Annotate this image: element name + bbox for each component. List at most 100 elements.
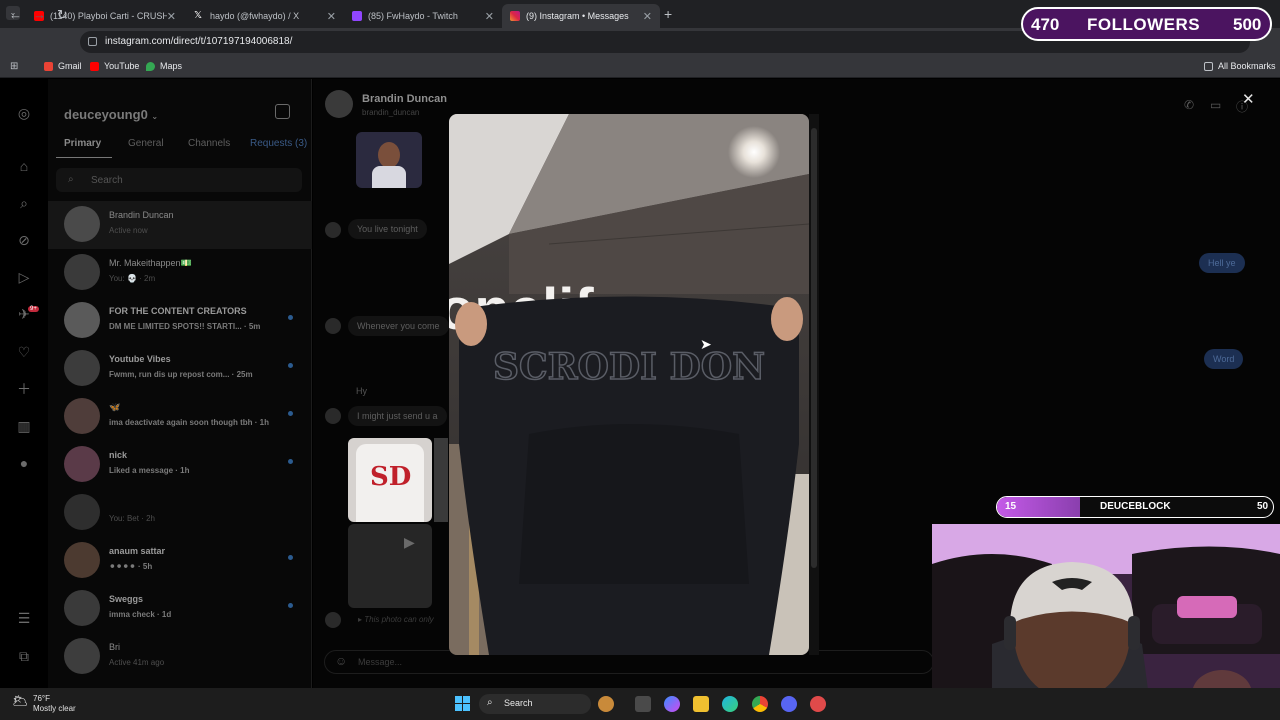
home-icon[interactable]: ⌂	[16, 158, 32, 174]
phone-call-icon[interactable]: ✆	[1184, 98, 1194, 112]
mouse-cursor-icon: ➤	[700, 336, 712, 352]
message-avatar	[325, 408, 341, 424]
shared-photo-thumbnail[interactable]	[356, 132, 422, 188]
profile-avatar[interactable]: ●	[16, 455, 32, 471]
close-tab-icon[interactable]: ✕	[485, 10, 494, 23]
app-icon[interactable]	[810, 696, 826, 712]
instagram-logo-icon[interactable]: ◎	[16, 105, 32, 121]
conversation-item[interactable]: Brandin Duncan Active now	[48, 201, 312, 249]
bookmark-gmail[interactable]: Gmail	[44, 61, 82, 71]
close-tab-icon[interactable]: ✕	[327, 10, 336, 23]
view-once-notice: ▸ This photo can only	[358, 615, 434, 624]
forward-button[interactable]: →	[33, 7, 46, 22]
media-viewer-video[interactable]: onelife SCRODI DON	[449, 114, 809, 655]
chat-avatar[interactable]	[325, 90, 353, 118]
deuceblock-label: DEUCEBLOCK	[1100, 501, 1171, 512]
dashboard-icon[interactable]: ▥	[16, 418, 32, 434]
conversation-preview: Active 41m ago	[109, 658, 165, 667]
new-tab-button[interactable]: +	[664, 6, 672, 22]
conversation-item[interactable]: nick Liked a message · 1h	[48, 441, 312, 489]
conversation-preview: You: 💀 · 2m	[109, 274, 156, 283]
menu-icon[interactable]: ☰	[16, 610, 32, 626]
conversation-avatar	[64, 638, 100, 674]
task-view-icon[interactable]	[635, 696, 651, 712]
conversation-item[interactable]: 🦋 ima deactivate again soon though tbh · …	[48, 393, 312, 441]
followers-current: 470	[1031, 15, 1060, 34]
notification-badge: 9+	[28, 306, 39, 312]
conversation-item[interactable]: Youtube Vibes Fwmm, run dis up repost com…	[48, 345, 312, 393]
message-text: Hy	[356, 386, 367, 396]
reload-button[interactable]: ↻	[57, 7, 68, 23]
conversation-preview: Active now	[109, 226, 148, 235]
file-explorer-icon[interactable]	[693, 696, 709, 712]
close-tab-icon[interactable]: ✕	[643, 10, 652, 23]
close-tab-icon[interactable]: ✕	[167, 10, 176, 23]
site-info-icon[interactable]	[88, 37, 97, 46]
emoji-icon[interactable]: ☺	[335, 654, 347, 668]
all-bookmarks-button[interactable]: All Bookmarks	[1204, 61, 1276, 71]
edge-icon[interactable]	[722, 696, 738, 712]
unread-dot	[288, 363, 293, 368]
conversation-item[interactable]: anaum sattar ⚫⚫⚫⚫ · 5h	[48, 537, 312, 585]
tab-primary[interactable]: Primary	[64, 138, 101, 149]
meta-apps-icon[interactable]: ⧉	[16, 648, 32, 664]
followers-goal: 500	[1233, 15, 1262, 34]
reels-icon[interactable]: ▷	[16, 269, 32, 285]
search-icon[interactable]: ⌕	[16, 195, 32, 211]
tab-requests[interactable]: Requests (3)	[250, 138, 307, 149]
message-bubble-sent: Word	[1204, 349, 1244, 369]
explore-icon[interactable]: ⊘	[16, 232, 32, 248]
bookmarks-bar	[0, 56, 1280, 78]
start-button[interactable]	[455, 696, 471, 712]
weather-widget[interactable]: 76°F Mostly clear	[33, 694, 76, 714]
deuceblock-goal: 50	[1257, 501, 1269, 512]
bookmark-youtube[interactable]: YouTube	[90, 61, 139, 71]
taskbar-search-box[interactable]	[479, 694, 591, 714]
shared-video-thumbnail[interactable]: ▶	[348, 524, 432, 608]
bookmark-maps[interactable]: Maps	[146, 61, 182, 71]
video-call-icon[interactable]: ▭	[1210, 98, 1221, 112]
shared-photo-hoodie-red[interactable]: SD	[348, 438, 432, 522]
conversation-item[interactable]: You: Bet · 2h	[48, 489, 312, 537]
discord-icon[interactable]	[781, 696, 797, 712]
conversation-name: nick	[109, 450, 128, 460]
message-bubble: Whenever you come	[348, 316, 449, 336]
back-button[interactable]: ←	[9, 7, 22, 22]
conversation-item[interactable]: Sweggs imma check · 1d	[48, 585, 312, 633]
message-avatar	[325, 222, 341, 238]
copilot-icon[interactable]	[664, 696, 680, 712]
conversation-preview: ima deactivate again soon though tbh · 1…	[109, 418, 270, 427]
inbox-username[interactable]: deuceyoung0 ⌄	[64, 107, 158, 122]
maps-icon	[146, 61, 155, 71]
tab-channels[interactable]: Channels	[188, 138, 230, 149]
conversation-item[interactable]: FOR THE CONTENT CREATORS DM ME LIMITED SP…	[48, 297, 312, 345]
create-icon[interactable]: ＋	[16, 381, 32, 397]
tab-instagram[interactable]: (9) Instagram • Messages ✕	[502, 4, 660, 28]
conversation-item[interactable]: Bri Active 41m ago	[48, 633, 312, 681]
conversation-avatar	[64, 350, 100, 386]
weather-icon[interactable]: 🌥	[12, 693, 29, 709]
chat-contact-name[interactable]: Brandin Duncan	[362, 93, 447, 105]
unread-dot	[288, 411, 293, 416]
tab-youtube[interactable]: (1140) Playboi Carti - CRUSH (w ✕	[26, 4, 184, 28]
conversation-avatar	[64, 206, 100, 242]
tab-twitch[interactable]: (85) FwHaydo - Twitch ✕	[344, 4, 502, 28]
conversation-preview: Liked a message · 1h	[109, 466, 190, 475]
media-scrollbar-thumb[interactable]	[811, 128, 817, 568]
apps-icon[interactable]: ⊞	[10, 61, 18, 72]
conversation-preview: You: Bet · 2h	[109, 514, 155, 523]
weather-temperature: 76°F	[33, 694, 50, 703]
weather-condition: Mostly clear	[33, 704, 76, 713]
notifications-icon[interactable]: ♡	[16, 344, 32, 360]
conversation-name: FOR THE CONTENT CREATORS	[109, 306, 247, 316]
conversation-item[interactable]: Mr. Makeithappen💵 You: 💀 · 2m	[48, 249, 312, 297]
compose-message-icon[interactable]	[275, 104, 290, 119]
chrome-icon[interactable]	[752, 696, 768, 712]
close-icon[interactable]: ✕	[1242, 90, 1255, 108]
tab-general[interactable]: General	[128, 138, 164, 149]
tab-x[interactable]: 𝕏 haydo (@fwhaydo) / X ✕	[186, 4, 344, 28]
taskbar-search-label: Search	[504, 698, 533, 708]
conversation-name: Youtube Vibes	[109, 354, 171, 364]
chevron-down-icon: ⌄	[151, 112, 159, 121]
shared-photo-partial[interactable]	[434, 438, 448, 522]
